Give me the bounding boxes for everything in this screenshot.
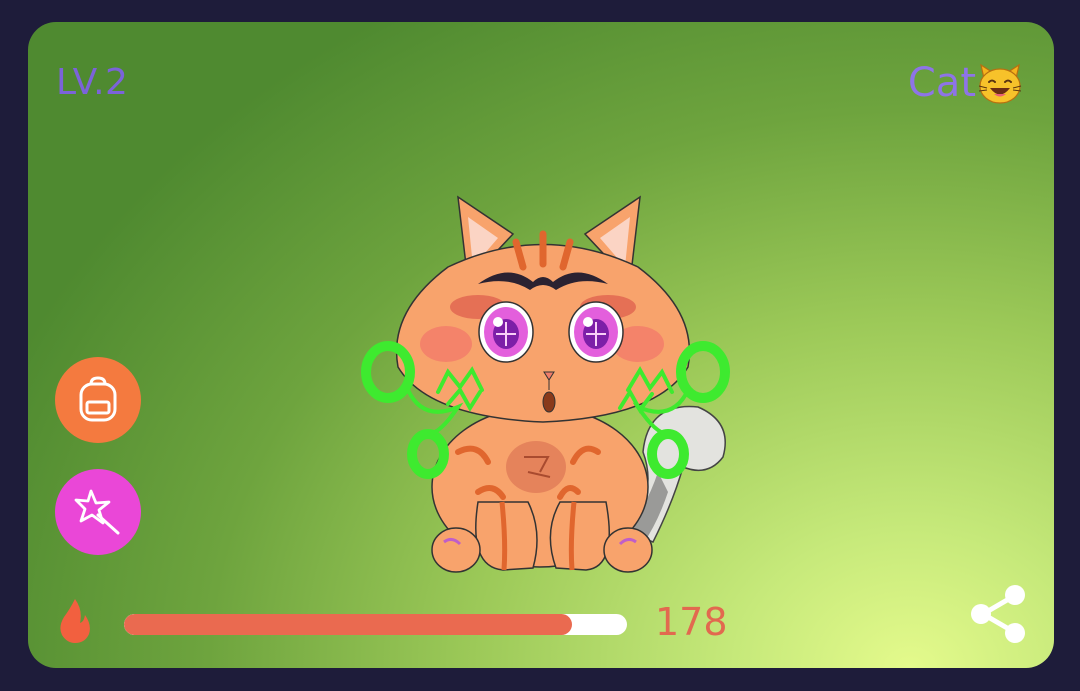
backpack-icon	[79, 376, 117, 422]
magic-wand-icon	[74, 489, 120, 535]
share-icon[interactable]	[968, 584, 1028, 644]
pet-name: Cat	[907, 60, 976, 106]
energy-bar	[124, 614, 627, 635]
magic-wand-button[interactable]	[55, 469, 141, 555]
pet-card: LV.2 Cat 178	[28, 22, 1054, 668]
flame-icon	[60, 599, 90, 643]
energy-value: 178	[655, 600, 728, 644]
cat-face-icon	[978, 63, 1022, 104]
backpack-button[interactable]	[55, 357, 141, 443]
level-label: LV.2	[56, 62, 129, 103]
pet-cat-illustration[interactable]	[328, 172, 748, 577]
pet-name-header: Cat	[908, 60, 1024, 106]
energy-bar-fill	[124, 614, 572, 635]
